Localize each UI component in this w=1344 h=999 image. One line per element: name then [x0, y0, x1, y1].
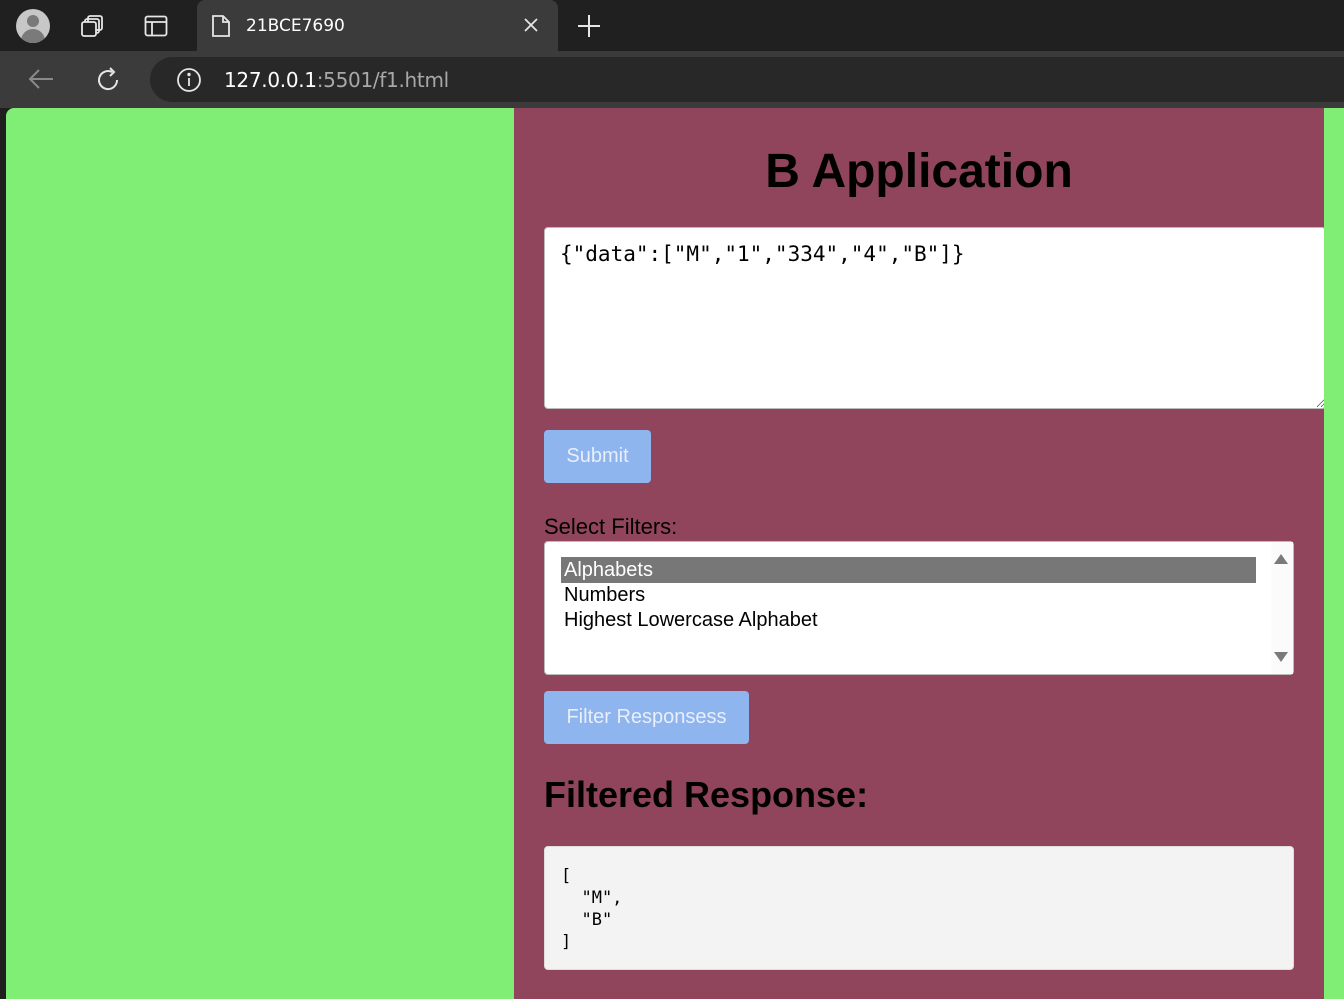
- new-tab-icon[interactable]: [575, 12, 603, 45]
- profile-avatar-icon[interactable]: [15, 8, 51, 44]
- reload-icon[interactable]: [94, 66, 122, 99]
- browser-toolbar: 127.0.0.1:5501/f1.html: [0, 51, 1344, 108]
- vertical-tabs-icon[interactable]: [138, 8, 174, 44]
- json-input[interactable]: {"data":["M","1","334","4","B"]}: [544, 227, 1326, 409]
- tab-active[interactable]: 21BCE7690: [197, 0, 558, 51]
- page-title: B Application: [765, 145, 1073, 198]
- page-background-strip: [1324, 108, 1344, 999]
- listbox-scrollbar[interactable]: [1271, 542, 1293, 674]
- filter-label: Select Filters:: [544, 514, 678, 539]
- app-container: B Application {"data":["M","1","334","4"…: [514, 108, 1326, 999]
- site-info-icon[interactable]: [176, 67, 202, 98]
- url-path: :5501/f1.html: [316, 68, 449, 92]
- url-text: 127.0.0.1:5501/f1.html: [224, 68, 449, 92]
- filtered-response-heading: Filtered Response:: [544, 774, 869, 815]
- scroll-up-arrow-icon[interactable]: [1274, 554, 1288, 564]
- document-icon: [211, 14, 231, 43]
- address-bar[interactable]: 127.0.0.1:5501/f1.html: [150, 57, 1344, 102]
- close-tab-icon[interactable]: [521, 15, 541, 40]
- back-arrow-icon[interactable]: [27, 67, 55, 96]
- scroll-down-arrow-icon[interactable]: [1274, 652, 1288, 662]
- filter-responses-button[interactable]: Filter Responsess: [544, 691, 749, 744]
- filter-option-alphabets[interactable]: Alphabets: [561, 557, 1256, 583]
- workspaces-icon[interactable]: [75, 8, 111, 44]
- filter-option-highest-lowercase[interactable]: Highest Lowercase Alphabet: [561, 607, 1256, 633]
- tab-title: 21BCE7690: [246, 16, 345, 36]
- browser-tab-bar: 21BCE7690: [0, 0, 1344, 51]
- submit-button[interactable]: Submit: [544, 430, 651, 483]
- filter-option-numbers[interactable]: Numbers: [561, 582, 1256, 608]
- filter-select[interactable]: Alphabets Numbers Highest Lowercase Alph…: [544, 541, 1294, 675]
- filtered-response-output: [ "M", "B" ]: [544, 846, 1294, 970]
- page-viewport: B Application {"data":["M","1","334","4"…: [6, 108, 1344, 999]
- url-host: 127.0.0.1: [224, 68, 317, 92]
